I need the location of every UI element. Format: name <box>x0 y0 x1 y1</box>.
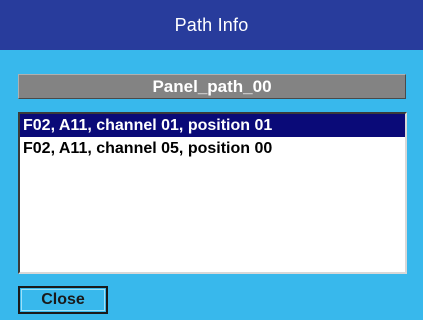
path-name-header: Panel_path_00 <box>18 74 406 99</box>
path-info-dialog: Path Info Panel_path_00 F02, A11, channe… <box>0 0 423 320</box>
list-item-selected[interactable]: F02, A11, channel 01, position 01 <box>20 114 405 137</box>
close-button[interactable]: Close <box>18 286 108 314</box>
list-item[interactable]: F02, A11, channel 05, position 00 <box>20 137 405 160</box>
dialog-title: Path Info <box>0 0 423 50</box>
path-list[interactable]: F02, A11, channel 01, position 01 F02, A… <box>18 112 407 274</box>
